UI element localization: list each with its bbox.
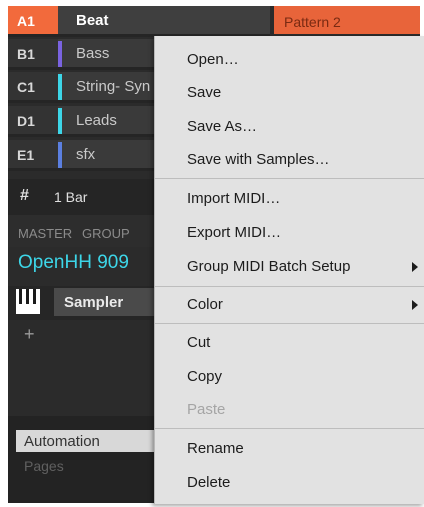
- keyboard-icon: [16, 289, 40, 314]
- add-plugin-button[interactable]: +: [24, 324, 35, 345]
- menu-item-label: Color: [187, 296, 223, 313]
- menu-item-label: Export MIDI…: [187, 224, 282, 241]
- automation-label: Automation: [24, 433, 100, 450]
- menu-item-label: Open…: [187, 51, 239, 68]
- group-name: sfx: [76, 146, 96, 163]
- group-name: String- Syn: [76, 78, 151, 95]
- menu-item-label: Save As…: [187, 118, 258, 135]
- menu-item-import-midi[interactable]: Import MIDI…: [155, 184, 424, 214]
- menu-item-label: Save: [187, 84, 222, 101]
- submenu-arrow-icon: [412, 300, 418, 310]
- menu-item-group-midi-batch-setup[interactable]: Group MIDI Batch Setup: [155, 252, 424, 282]
- pages-label: Pages: [24, 458, 64, 474]
- menu-separator: [155, 323, 424, 324]
- tab-master[interactable]: MASTER: [18, 226, 72, 241]
- context-menu: Open… Save Save As… Save with Samples… I…: [154, 36, 424, 504]
- menu-item-label: Save with Samples…: [187, 151, 330, 168]
- menu-separator: [155, 286, 424, 287]
- group-color-strip: [58, 142, 62, 168]
- grid-icon[interactable]: #: [20, 187, 29, 205]
- plugin-name: Sampler: [64, 294, 124, 311]
- menu-separator: [155, 428, 424, 429]
- group-name: Bass: [76, 45, 110, 62]
- tab-group[interactable]: GROUP: [82, 226, 130, 241]
- pattern-slot[interactable]: Pattern 2: [274, 6, 420, 34]
- menu-item-delete[interactable]: Delete: [155, 468, 424, 498]
- menu-item-color[interactable]: Color: [155, 290, 424, 320]
- menu-item-label: Group MIDI Batch Setup: [187, 258, 351, 275]
- group-color-strip: [58, 108, 62, 134]
- group-color-strip: [58, 41, 62, 67]
- group-id: B1: [8, 39, 58, 67]
- group-id: A1: [8, 6, 58, 34]
- group-id: E1: [8, 140, 58, 168]
- group-row-a1[interactable]: A1 Beat: [8, 6, 270, 37]
- menu-item-label: Paste: [187, 401, 226, 418]
- pattern-name: Pattern 2: [284, 14, 341, 30]
- menu-item-label: Delete: [187, 474, 231, 491]
- menu-item-export-midi[interactable]: Export MIDI…: [155, 218, 424, 248]
- group-id: D1: [8, 106, 58, 134]
- group-id: C1: [8, 72, 58, 100]
- group-name: Beat: [76, 12, 109, 29]
- menu-item-label: Cut: [187, 334, 211, 351]
- group-color-strip: [58, 74, 62, 100]
- menu-item-copy[interactable]: Copy: [155, 362, 424, 392]
- group-name: Leads: [76, 112, 117, 129]
- submenu-arrow-icon: [412, 262, 418, 272]
- menu-item-open[interactable]: Open…: [155, 45, 424, 75]
- menu-item-label: Copy: [187, 368, 223, 385]
- menu-item-cut[interactable]: Cut: [155, 328, 424, 358]
- menu-item-save-as[interactable]: Save As…: [155, 112, 424, 142]
- menu-item-paste: Paste: [155, 395, 424, 425]
- sound-name: OpenHH 909: [18, 252, 129, 273]
- menu-separator: [155, 178, 424, 179]
- pattern-length-label: 1 Bar: [54, 189, 88, 205]
- menu-item-label: Import MIDI…: [187, 190, 281, 207]
- menu-item-rename[interactable]: Rename: [155, 434, 424, 464]
- menu-item-save[interactable]: Save: [155, 78, 424, 108]
- menu-item-label: Rename: [187, 440, 244, 457]
- menu-item-save-with-samples[interactable]: Save with Samples…: [155, 145, 424, 175]
